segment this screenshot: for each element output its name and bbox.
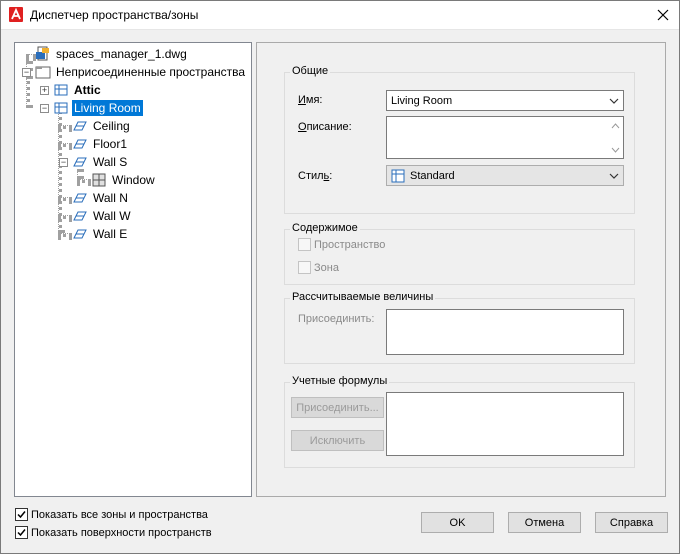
window-title: Диспетчер пространства/зоны [30,8,199,22]
tree-item-label: Wall E [93,227,128,241]
tree-item-label: Wall W [93,209,131,223]
tree-item-floor1[interactable]: Floor1 [72,135,129,153]
tree-item-unattached-spaces[interactable]: Неприсоединенные пространства [35,63,247,81]
tree-item-label: Floor1 [93,137,128,151]
tree-item-label: spaces_manager_1.dwg [56,47,187,61]
surface-icon [73,229,87,239]
style-combo[interactable]: Standard [386,165,624,186]
tree-item-wall-s[interactable]: Wall S [72,153,129,171]
tree-item-label: Wall S [93,155,128,169]
formulas-list[interactable] [386,392,624,456]
calculated-group-title: Рассчитываемые величины [290,291,436,303]
scroll-down-icon[interactable] [611,147,620,153]
exclude-formula-button[interactable]: Исключить [291,430,384,451]
space-tree[interactable]: spaces_manager_1.dwg − Неприсоединенные … [14,42,252,497]
tree-item-label: Living Room [72,100,143,116]
formulas-group-title: Учетные формулы [290,375,390,387]
surface-icon [73,139,87,149]
tree-item-living-room[interactable]: Living Room [53,99,143,117]
surface-icon [73,121,87,131]
show-surfaces-label: Показать поверхности пространств [31,527,212,539]
surface-icon [73,193,87,203]
tree-item-label: Ceiling [93,119,130,133]
calculated-list[interactable] [386,309,624,355]
collapse-toggle[interactable]: − [59,158,68,167]
show-surfaces-checkbox[interactable] [15,526,28,539]
style-value: Standard [410,169,455,182]
close-icon [657,9,669,21]
autocad-logo-icon [9,7,23,22]
tree-item-wall-n[interactable]: Wall N [72,189,130,207]
space-icon [54,84,68,96]
collapse-toggle[interactable]: − [22,68,31,77]
space-checkbox[interactable] [298,238,311,251]
general-group-title: Общие [290,65,331,77]
contents-group [284,229,635,285]
chevron-down-icon [609,173,619,179]
description-field[interactable] [386,116,624,159]
tree-item-attic[interactable]: Attic [53,81,103,99]
tree-item-wall-w[interactable]: Wall W [72,207,133,225]
dwg-file-icon [36,46,49,61]
surface-icon [73,157,87,167]
name-value: Living Room [391,94,453,107]
title-bar: Диспетчер пространства/зоны [0,0,680,30]
collapse-toggle[interactable]: − [40,104,49,113]
attach-formula-button[interactable]: Присоединить... [291,397,384,418]
tree-item-window[interactable]: Window [91,171,157,189]
cancel-button[interactable]: Отмена [508,512,581,533]
tree-item-ceiling[interactable]: Ceiling [72,117,132,135]
close-button[interactable] [650,2,676,28]
name-label: Имя: [298,94,323,106]
tree-item-label: Attic [74,83,101,97]
folder-icon [35,66,51,79]
tree-item-root[interactable]: spaces_manager_1.dwg [35,45,189,63]
zone-checkbox-label: Зона [314,262,339,274]
tree-item-label: Window [112,173,155,187]
expand-toggle[interactable]: + [40,86,49,95]
surface-icon [73,211,87,221]
tree-item-wall-e[interactable]: Wall E [72,225,129,243]
scroll-up-icon[interactable] [611,123,620,129]
style-label: Стиль: [298,170,333,182]
chevron-down-icon [609,98,619,104]
contents-group-title: Содержимое [290,222,360,234]
checkmark-icon [17,529,26,537]
space-checkbox-label: Пространство [314,239,386,251]
zone-checkbox[interactable] [298,261,311,274]
checkmark-icon [17,511,26,519]
window-grid-icon [92,173,106,187]
show-all-label: Показать все зоны и пространства [31,509,208,521]
calculated-attach-label: Присоединить: [298,313,375,325]
description-label: Описание: [298,121,352,133]
space-icon [54,102,68,114]
help-button[interactable]: Справка [595,512,668,533]
ok-button[interactable]: OK [421,512,494,533]
show-all-checkbox[interactable] [15,508,28,521]
tree-item-label: Неприсоединенные пространства [56,65,246,79]
name-combo[interactable]: Living Room [386,90,624,111]
tree-item-label: Wall N [93,191,128,205]
style-icon [391,169,405,182]
